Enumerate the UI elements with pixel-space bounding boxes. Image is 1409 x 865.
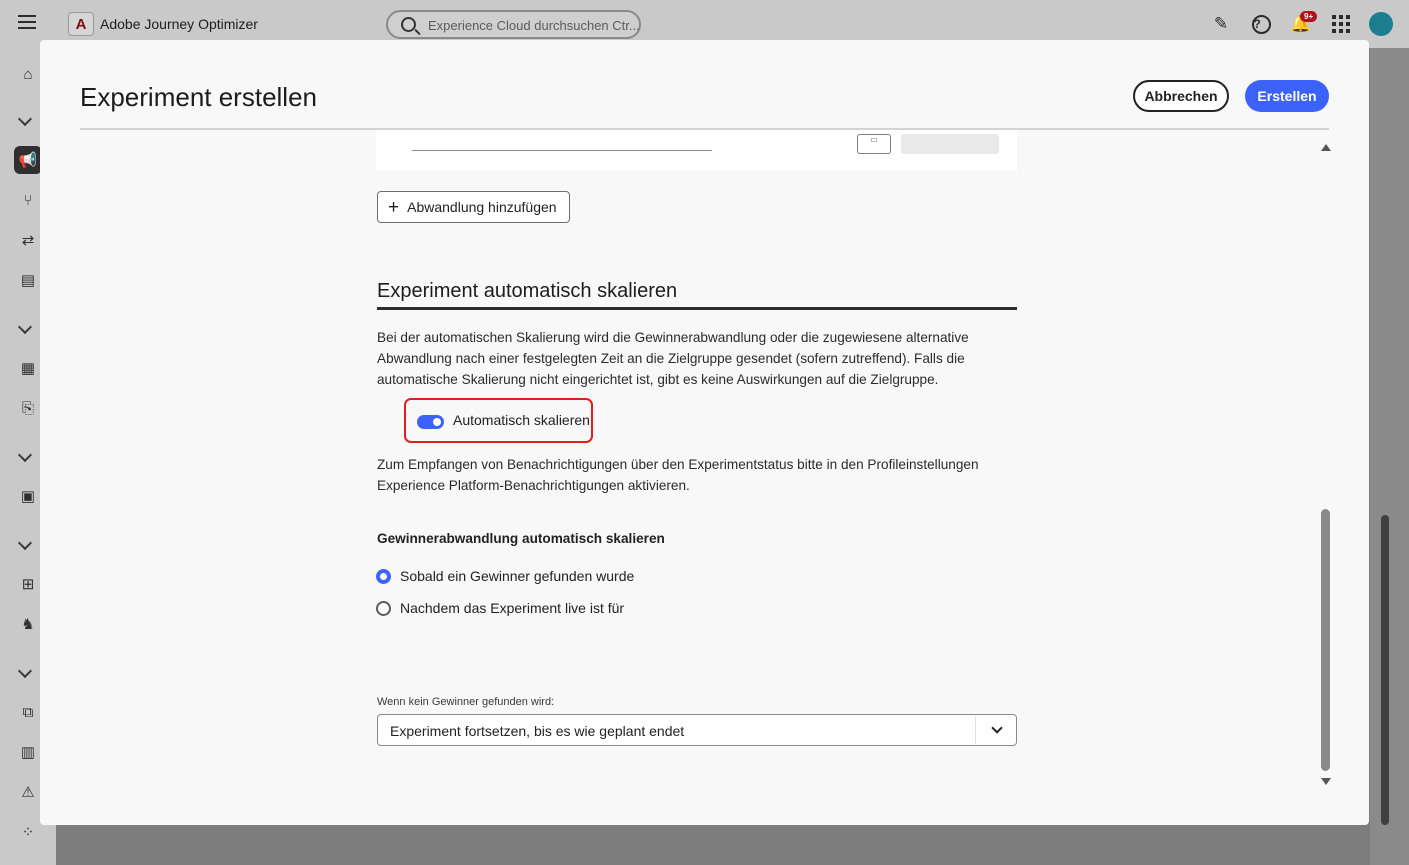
- chevron-down-icon: [991, 722, 1003, 734]
- feedback-icon[interactable]: ✎: [1210, 13, 1232, 35]
- create-button[interactable]: Erstellen: [1245, 80, 1329, 112]
- auto-scale-toggle[interactable]: [417, 415, 444, 429]
- scroll-thumb[interactable]: [1321, 509, 1330, 771]
- cancel-button[interactable]: Abbrechen: [1133, 80, 1229, 112]
- chevron-down-icon[interactable]: [17, 663, 33, 679]
- search-placeholder: Experience Cloud durchsuchen Ctr...: [428, 18, 640, 33]
- plus-icon: +: [388, 196, 400, 218]
- scroll-up-icon[interactable]: [1321, 144, 1331, 151]
- alerts-icon[interactable]: ⚠: [14, 778, 42, 806]
- adobe-logo-icon: A: [68, 12, 94, 36]
- chevron-down-icon[interactable]: [17, 535, 33, 551]
- search-input[interactable]: Experience Cloud durchsuchen Ctr...: [386, 10, 641, 39]
- chevron-down-icon[interactable]: [17, 111, 33, 127]
- variant-name-field[interactable]: [412, 150, 712, 151]
- dialog-scrollbar[interactable]: [1319, 144, 1333, 792]
- offers-icon[interactable]: ▦: [14, 354, 42, 382]
- add-variant-label: Abwandlung hinzufügen: [407, 199, 557, 215]
- background-scrollbar[interactable]: [1381, 515, 1389, 825]
- avatar[interactable]: [1369, 12, 1393, 36]
- chevron-down-icon[interactable]: [17, 319, 33, 335]
- more-icon[interactable]: ⁘: [14, 818, 42, 846]
- reports-icon[interactable]: ▣: [14, 482, 42, 510]
- notification-notice: Zum Empfangen von Benachrichtigungen übe…: [377, 457, 979, 493]
- campaigns-icon[interactable]: 📢: [14, 146, 42, 174]
- no-winner-label: Wenn kein Gewinner gefunden wird:: [377, 696, 555, 708]
- radio-label: Sobald ein Gewinner gefunden wurde: [400, 568, 635, 584]
- radio-option-after-live[interactable]: Nachdem das Experiment live ist für: [376, 600, 624, 616]
- notification-badge: 9+: [1300, 11, 1318, 22]
- calendar-icon[interactable]: ▭: [857, 134, 891, 154]
- channels-icon[interactable]: ▥: [14, 738, 42, 766]
- radio-option-winner-found[interactable]: Sobald ein Gewinner gefunden wurde: [376, 568, 634, 584]
- components-icon[interactable]: ⊞: [14, 570, 42, 598]
- chevron-down-icon[interactable]: [17, 447, 33, 463]
- add-variant-button[interactable]: + Abwandlung hinzufügen: [377, 191, 570, 223]
- section-divider: [377, 307, 1017, 310]
- templates-icon[interactable]: ⎘: [14, 394, 42, 422]
- scroll-down-icon[interactable]: [1321, 778, 1331, 785]
- section-description: Bei der automatischen Skalierung wird di…: [377, 330, 969, 387]
- journeys-icon[interactable]: ⑂: [14, 186, 42, 214]
- no-winner-select[interactable]: Experiment fortsetzen, bis es wie geplan…: [377, 714, 1017, 746]
- auto-scale-label: Automatisch skalieren: [453, 412, 590, 428]
- winner-heading: Gewinnerabwandlung automatisch skalieren: [377, 531, 665, 546]
- strategy-icon[interactable]: ♞: [14, 610, 42, 638]
- radio-label: Nachdem das Experiment live ist für: [400, 600, 625, 616]
- menu-icon[interactable]: [18, 15, 36, 33]
- apps-grid-icon[interactable]: [1330, 13, 1352, 35]
- decisions-icon[interactable]: ⇄: [14, 226, 42, 254]
- home-icon[interactable]: ⌂: [14, 60, 42, 88]
- select-value: Experiment fortsetzen, bis es wie geplan…: [390, 723, 685, 739]
- app-title: Adobe Journey Optimizer: [100, 16, 258, 32]
- variant-card: ▭: [376, 130, 1017, 171]
- help-icon[interactable]: ?: [1250, 13, 1272, 35]
- dialog-content: ▭ + Abwandlung hinzufügen Experiment aut…: [80, 130, 1329, 795]
- variant-select[interactable]: [901, 134, 999, 154]
- search-icon: [401, 17, 416, 32]
- select-separator: [975, 716, 976, 744]
- background-panel: [1370, 48, 1409, 865]
- assets-icon[interactable]: ⧉: [14, 698, 42, 726]
- radio-button[interactable]: [376, 600, 391, 616]
- radio-button[interactable]: [376, 568, 391, 584]
- create-experiment-dialog: Experiment erstellen Abbrechen Erstellen…: [40, 40, 1369, 825]
- content-icon[interactable]: ▤: [14, 266, 42, 294]
- dialog-title: Experiment erstellen: [80, 82, 317, 112]
- section-title: Experiment automatisch skalieren: [377, 280, 678, 302]
